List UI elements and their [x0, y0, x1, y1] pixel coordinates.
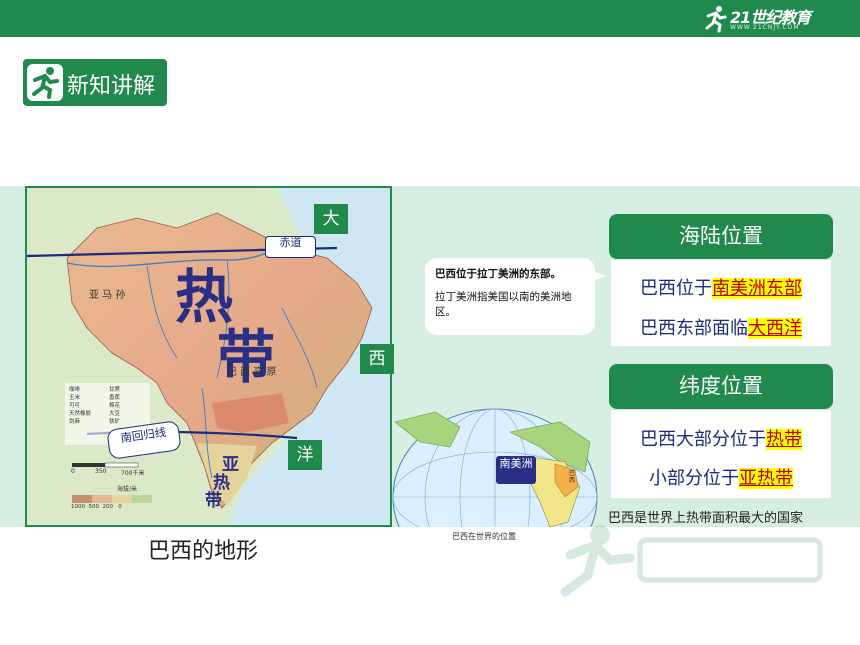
legend-item: 可可	[69, 403, 81, 409]
legend-item: 天然橡胶	[69, 411, 92, 417]
card2-line1-highlight: 热带	[766, 429, 802, 450]
map-label-dai2: 带	[205, 491, 222, 511]
ocean-label-da: 大	[314, 204, 348, 234]
ocean-label-xi: 西	[360, 344, 394, 374]
tropic-label: 南回归线	[119, 424, 168, 446]
card-latitude-body: 巴西大部分位于热带 小部分位于亚热带	[611, 410, 831, 498]
logo-url: WWW.21CNJY.COM	[730, 24, 800, 31]
card1-line1-highlight: 南美洲东部	[712, 278, 802, 299]
region-highland: 巴 西 高 原	[227, 367, 277, 378]
legend-values: 1000 500 200 0	[71, 504, 122, 510]
section-title: 新知讲解	[67, 74, 156, 99]
section-badge: 新知讲解	[23, 59, 167, 106]
runner-logo-icon	[705, 6, 727, 33]
equator-label: 赤道	[279, 236, 302, 249]
card2-line1-text: 巴西大部分位于	[640, 429, 766, 450]
card-latitude-line-1: 巴西大部分位于热带	[611, 425, 831, 451]
scale-0: 0	[71, 468, 75, 475]
legend-title: 海拔/米	[117, 486, 138, 493]
map-caption: 巴西的地形	[148, 539, 259, 564]
card-latitude-title: 纬度位置	[609, 364, 833, 409]
map-label-dai: 带	[217, 323, 276, 391]
legend-item: 剑麻	[69, 419, 81, 425]
legend-item: 甘蔗	[109, 387, 121, 393]
card1-line2-highlight: 大西洋	[748, 318, 802, 339]
ocean-label-yang: 洋	[288, 440, 322, 470]
card2-line2-highlight: 亚热带	[739, 468, 793, 489]
card-sea-land-line-2: 巴西东部面临大西洋	[611, 314, 831, 340]
product-legend: 咖啡 甘蔗 玉米 香蕉 可可 棉花 天然橡胶 大豆 剑麻 铁矿	[69, 386, 149, 426]
region-amazon: 亚 马 孙	[89, 290, 126, 301]
legend-item: 棉花	[109, 403, 121, 409]
globe-country-label: 巴西	[569, 470, 576, 484]
globe-continent-label: 南美洲	[496, 456, 536, 484]
card-sea-land-title: 海陆位置	[609, 214, 833, 259]
bubble-tail	[589, 270, 607, 282]
card-latitude-line-2: 小部分位于亚热带	[611, 464, 831, 490]
info-bubble: 巴西位于拉丁美洲的东部。 拉丁美洲指美国以南的美洲地区。	[425, 258, 607, 335]
scale-2: 700千米	[121, 470, 145, 477]
bubble-line-2: 拉丁美洲指美国以南的美洲地区。	[435, 291, 572, 318]
card-sea-land-body: 巴西位于南美洲东部 巴西东部面临大西洋	[611, 260, 831, 346]
runner-icon	[27, 64, 63, 101]
card1-line1-text: 巴西位于	[640, 278, 712, 299]
brazil-terrain-map: 热 带 亚 热 带 亚 马 孙 巴 西 高 原 0 350 700千米 海拔/米…	[25, 186, 392, 527]
card-sea-land-line-1: 巴西位于南美洲东部	[611, 274, 831, 300]
scale-1: 350	[95, 468, 107, 475]
watermark-logo-icon	[560, 525, 823, 597]
map-graphic	[27, 188, 390, 525]
card1-line2-text: 巴西东部面临	[640, 318, 748, 339]
globe-caption: 巴西在世界的位置	[452, 532, 516, 541]
legend-item: 香蕉	[109, 395, 121, 401]
legend-item: 咖啡	[69, 387, 81, 393]
top-bar: 21世纪教育 WWW.21CNJY.COM	[0, 0, 860, 37]
card2-line2-text: 小部分位于	[649, 468, 739, 489]
site-logo[interactable]: 21世纪教育 WWW.21CNJY.COM	[700, 4, 820, 34]
legend-item: 大豆	[109, 411, 121, 417]
legend-item: 玉米	[69, 395, 81, 401]
world-globe: 南美洲 巴西	[390, 402, 600, 527]
equator-callout: 赤道	[265, 236, 316, 258]
bubble-line-1: 巴西位于拉丁美洲的东部。	[435, 268, 561, 280]
